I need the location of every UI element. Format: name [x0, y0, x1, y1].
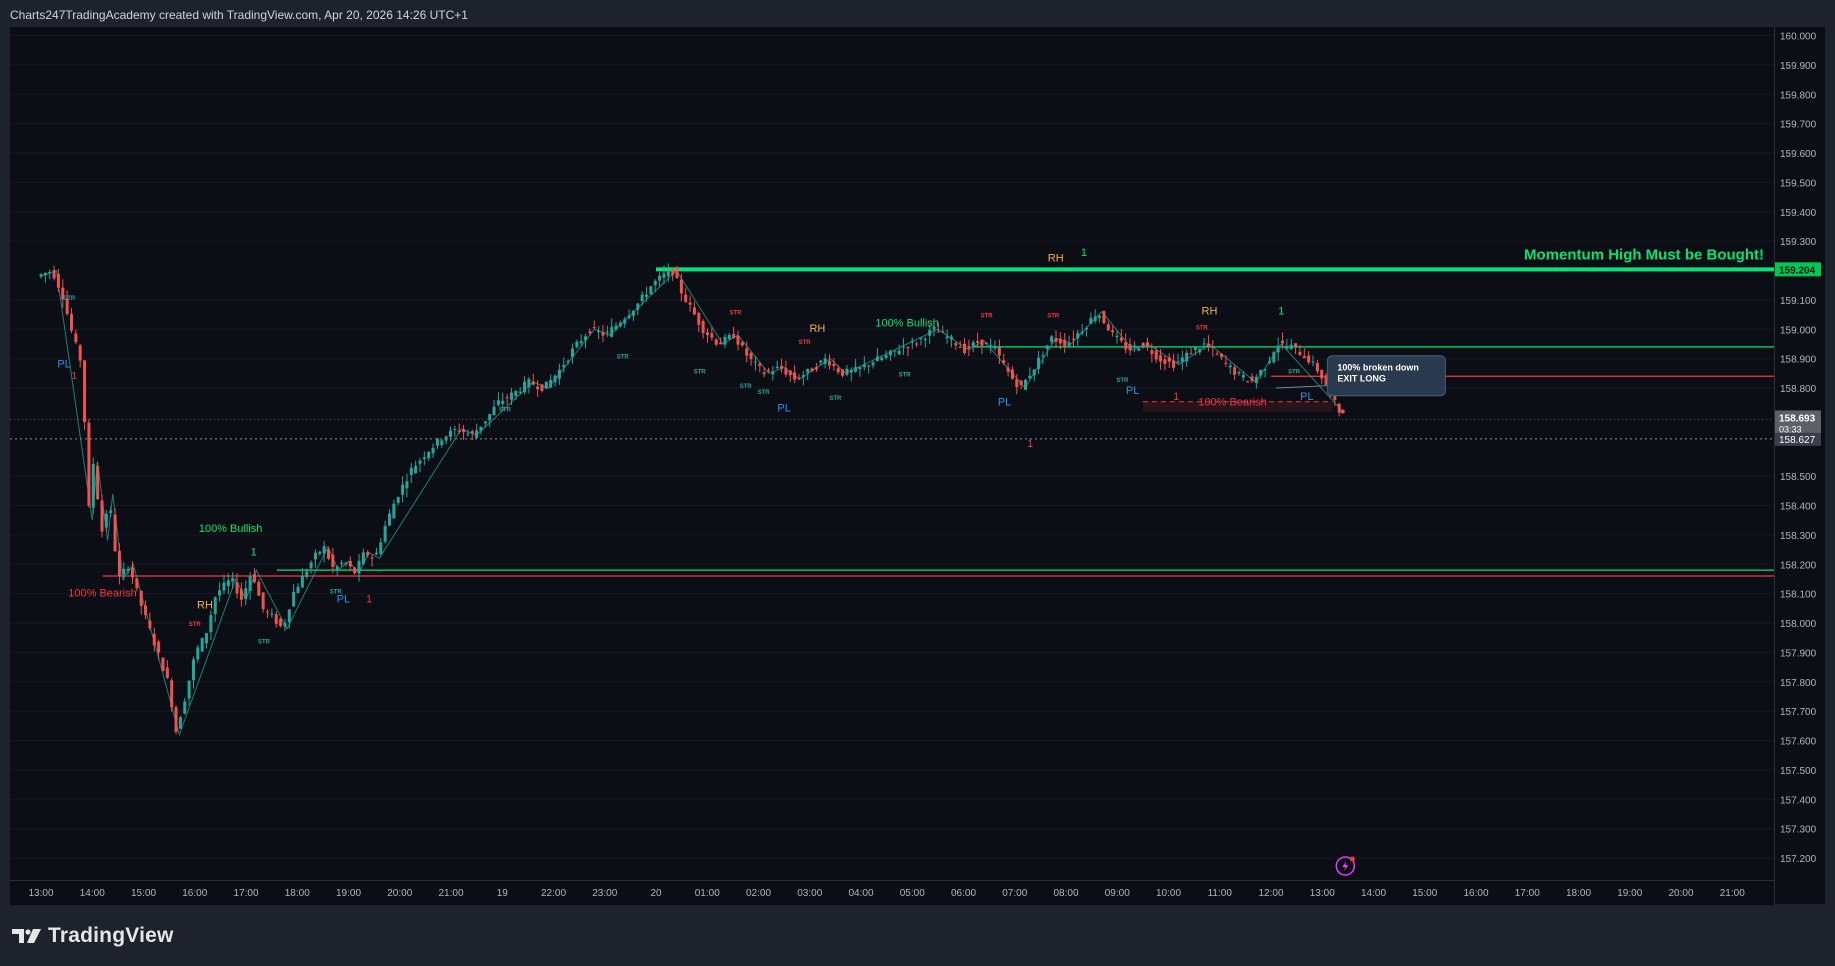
time-axis[interactable] [10, 880, 1774, 905]
price-axis[interactable] [1774, 27, 1825, 904]
chart-header-title: Charts247TradingAcademy created with Tra… [10, 8, 468, 22]
tradingview-logo-icon [12, 929, 41, 943]
chart-plot-area[interactable] [10, 27, 1774, 880]
tradingview-branding[interactable]: TradingView [12, 924, 174, 948]
tradingview-brand-label: TradingView [48, 924, 174, 947]
